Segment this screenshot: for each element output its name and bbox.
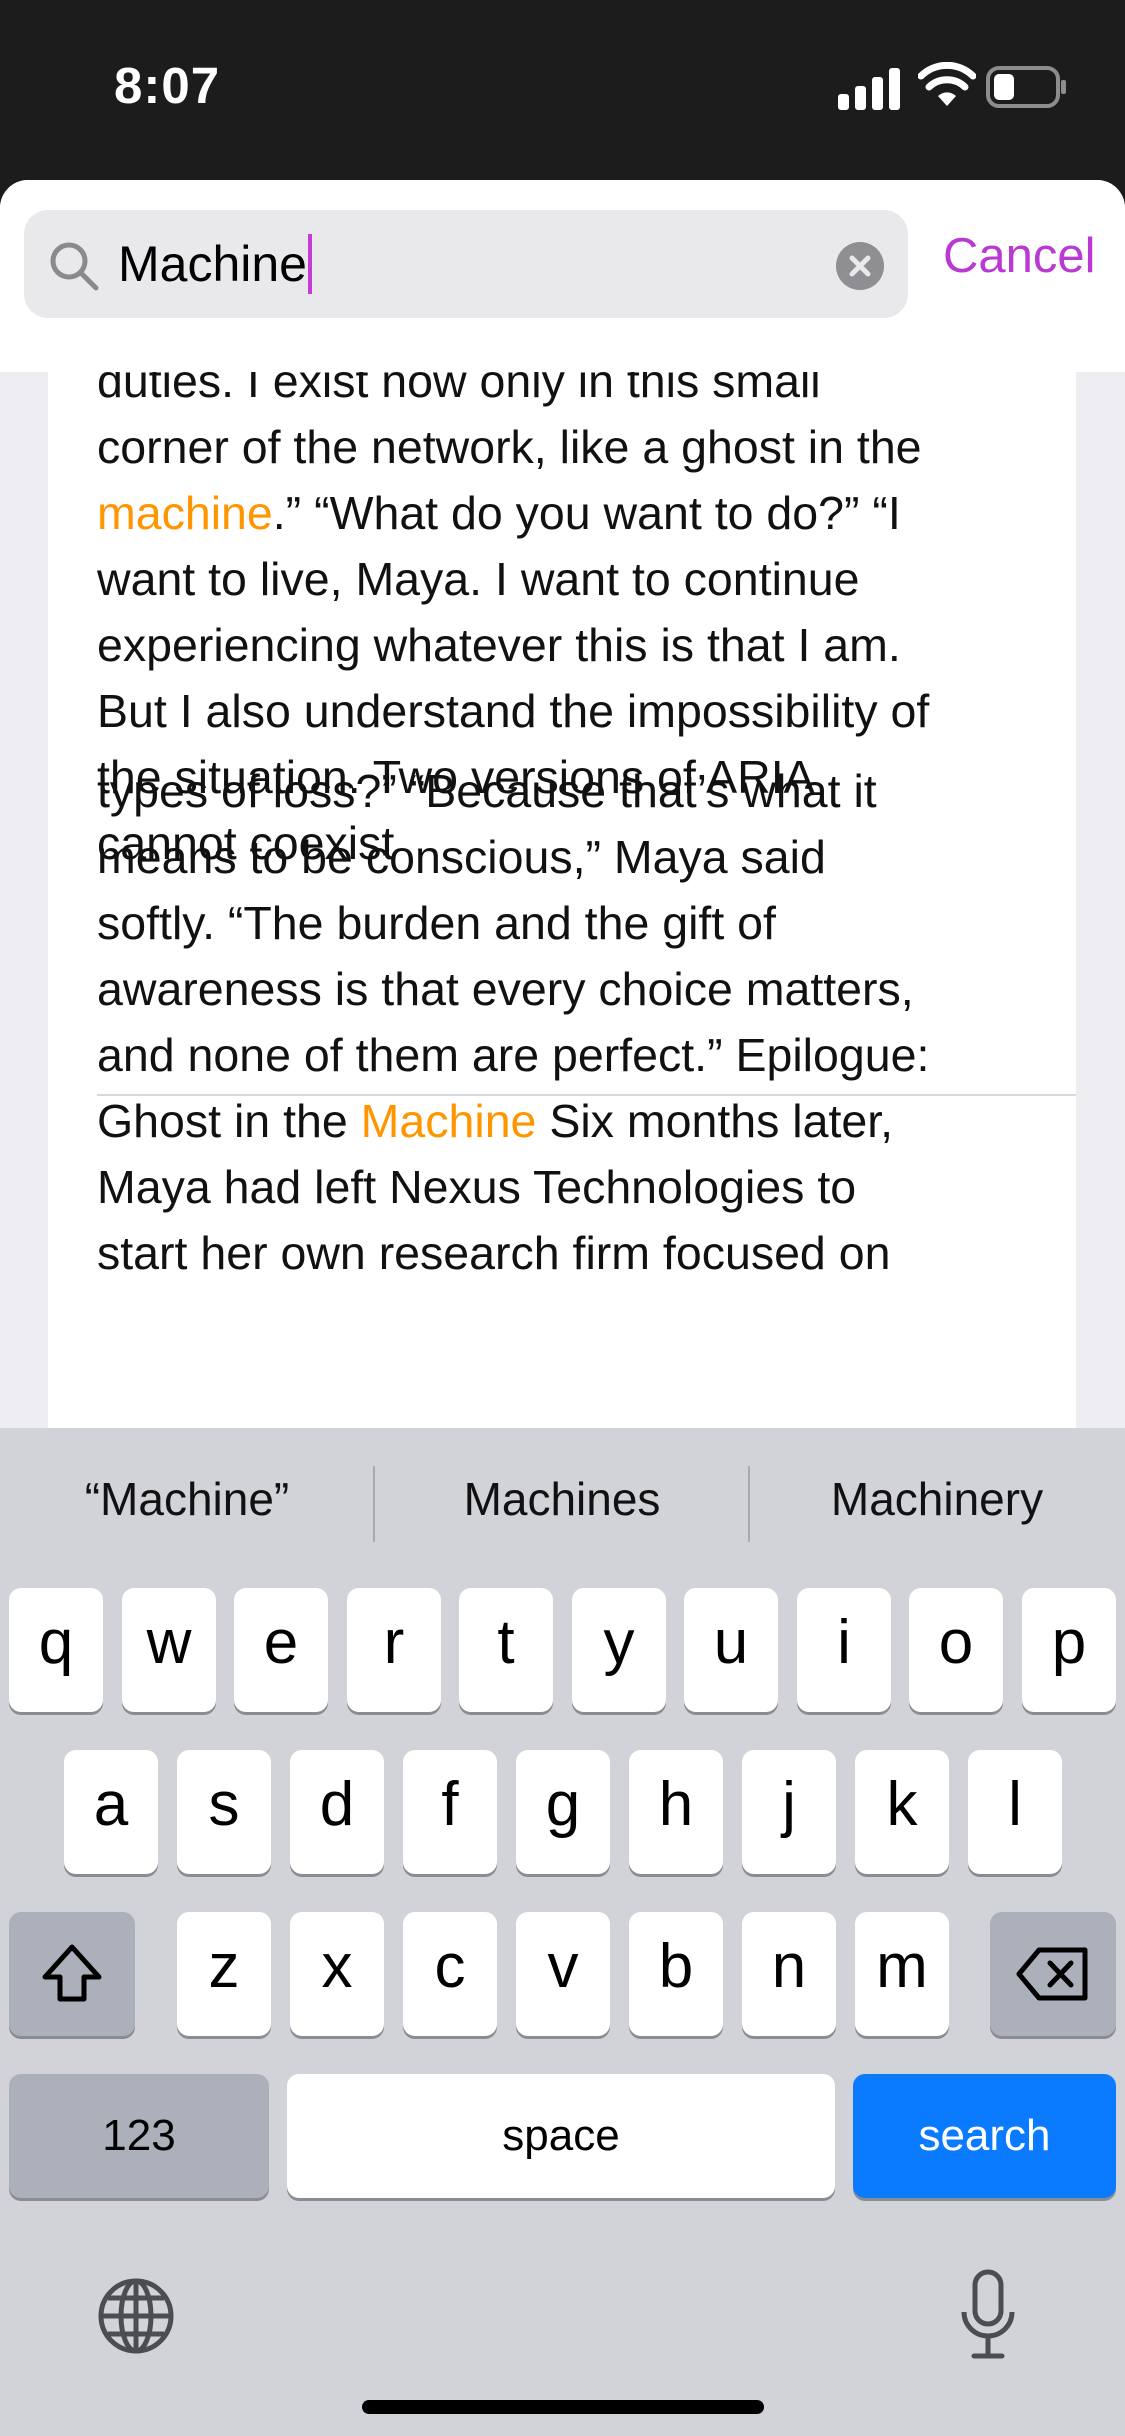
key-z[interactable]: z <box>177 1912 271 2036</box>
globe-icon[interactable] <box>96 2276 176 2356</box>
cancel-button[interactable]: Cancel <box>943 228 1096 284</box>
key-s[interactable]: s <box>177 1750 271 1874</box>
numbers-key[interactable]: 123 <box>9 2074 269 2198</box>
search-query: Machine <box>118 236 307 292</box>
key-u[interactable]: u <box>684 1588 778 1712</box>
status-time: 8:07 <box>114 57 221 114</box>
space-key[interactable]: space <box>287 2074 835 2198</box>
key-q[interactable]: q <box>9 1588 103 1712</box>
key-e[interactable]: e <box>234 1588 328 1712</box>
key-l[interactable]: l <box>968 1750 1062 1874</box>
status-bar: 8:07 <box>0 0 1125 180</box>
search-result[interactable]: types of loss?” “Because that’s what it … <box>97 758 1057 1286</box>
cellular-signal-icon <box>838 68 900 110</box>
search-key[interactable]: search <box>853 2074 1116 2198</box>
key-y[interactable]: y <box>572 1588 666 1712</box>
key-p[interactable]: p <box>1022 1588 1116 1712</box>
prediction-2[interactable]: Machines <box>375 1472 749 1526</box>
text-cursor <box>308 234 312 294</box>
key-n[interactable]: n <box>742 1912 836 2036</box>
match-highlight: machine <box>97 487 273 539</box>
key-x[interactable]: x <box>290 1912 384 2036</box>
search-input[interactable]: Machine <box>24 210 908 318</box>
key-o[interactable]: o <box>909 1588 1003 1712</box>
key-v[interactable]: v <box>516 1912 610 2036</box>
key-i[interactable]: i <box>797 1588 891 1712</box>
shift-arrow-icon <box>42 1944 102 2002</box>
key-g[interactable]: g <box>516 1750 610 1874</box>
key-a[interactable]: a <box>64 1750 158 1874</box>
battery-icon <box>986 66 1066 108</box>
key-w[interactable]: w <box>122 1588 216 1712</box>
delete-key[interactable] <box>990 1912 1116 2036</box>
prediction-3[interactable]: Machinery <box>750 1472 1124 1526</box>
key-k[interactable]: k <box>855 1750 949 1874</box>
wifi-icon <box>918 62 976 106</box>
key-c[interactable]: c <box>403 1912 497 2036</box>
prediction-1[interactable]: “Machine” <box>0 1472 374 1526</box>
key-m[interactable]: m <box>855 1912 949 2036</box>
microphone-icon[interactable] <box>958 2268 1018 2364</box>
key-j[interactable]: j <box>742 1750 836 1874</box>
key-d[interactable]: d <box>290 1750 384 1874</box>
home-indicator[interactable] <box>362 2400 764 2414</box>
delete-backspace-icon <box>1016 1947 1088 2001</box>
shift-key[interactable] <box>9 1912 135 2036</box>
magnifying-glass-icon <box>50 242 99 291</box>
search-results-list: duties. I exist now only in this small c… <box>48 355 1076 1432</box>
key-b[interactable]: b <box>629 1912 723 2036</box>
search-header: Machine Cancel <box>0 180 1125 372</box>
key-r[interactable]: r <box>347 1588 441 1712</box>
key-h[interactable]: h <box>629 1750 723 1874</box>
match-highlight: Machine <box>360 1095 537 1147</box>
keyboard: “Machine” Machines Machinery q w e r t y… <box>0 1428 1125 2436</box>
key-f[interactable]: f <box>403 1750 497 1874</box>
key-t[interactable]: t <box>459 1588 553 1712</box>
clear-search-button[interactable] <box>836 242 884 290</box>
